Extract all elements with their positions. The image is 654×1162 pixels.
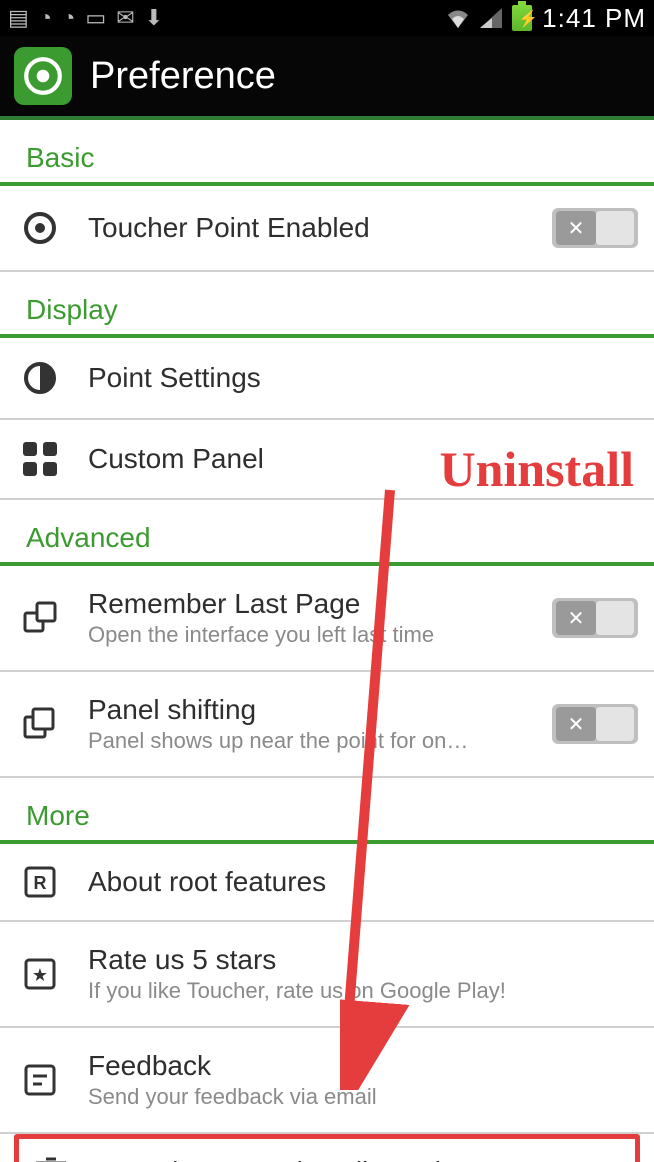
stack-icon (16, 707, 64, 741)
row-title: Rate us 5 stars (88, 944, 638, 976)
row-panel-shifting[interactable]: Panel shifting Panel shows up near the p… (0, 672, 654, 778)
row-feedback[interactable]: Feedback Send your feedback via email (0, 1028, 654, 1134)
section-basic: Basic (0, 120, 654, 186)
star-box-icon: ★ (16, 958, 64, 990)
annotation-label: Uninstall (439, 440, 634, 498)
mail-icon: ✉ (116, 7, 134, 29)
section-more: More (0, 778, 654, 844)
signal-icon (480, 8, 502, 28)
section-display: Display (0, 272, 654, 338)
row-title: Feedback (88, 1050, 638, 1082)
toggle-shifting[interactable]: ✕ (552, 704, 638, 744)
drop-icon-2: ◔ (62, 7, 75, 29)
toggle-remember[interactable]: ✕ (552, 598, 638, 638)
wifi-icon (446, 8, 470, 28)
trash-icon (27, 1155, 75, 1162)
row-sub: Panel shows up near the point for on… (88, 728, 528, 754)
screen: ▤ ◔ ◔ ▭ ✉ ⬇ ⚡ 1:41 PM Preference Basic (0, 0, 654, 1162)
svg-text:★: ★ (32, 965, 48, 985)
image-icon: ▭ (85, 7, 106, 29)
row-sub: Send your feedback via email (88, 1084, 638, 1110)
page-title: Preference (90, 55, 276, 98)
row-sub: Open the interface you left last time (88, 622, 528, 648)
row-sub: If you like Toucher, rate us on Google P… (88, 978, 638, 1004)
svg-text:R: R (34, 873, 47, 893)
battery-icon: ⚡ (512, 5, 532, 31)
drop-icon: ◔ (39, 7, 52, 29)
windows-icon (16, 601, 64, 635)
sd-card-icon: ▤ (8, 7, 29, 29)
target-icon (16, 210, 64, 246)
row-toucher-enabled[interactable]: Toucher Point Enabled ✕ (0, 186, 654, 272)
row-title: About root features (88, 866, 638, 898)
status-bar: ▤ ◔ ◔ ▭ ✉ ⬇ ⚡ 1:41 PM (0, 0, 654, 36)
row-point-settings[interactable]: Point Settings (0, 338, 654, 420)
r-box-icon: R (16, 866, 64, 898)
note-icon (16, 1064, 64, 1096)
row-title: Toucher Point Enabled (88, 212, 528, 244)
section-advanced: Advanced (0, 500, 654, 566)
toggle-toucher-enabled[interactable]: ✕ (552, 208, 638, 248)
row-remember-last-page[interactable]: Remember Last Page Open the interface yo… (0, 566, 654, 672)
row-root-features[interactable]: R About root features (0, 844, 654, 922)
row-rate-us[interactable]: ★ Rate us 5 stars If you like Toucher, r… (0, 922, 654, 1028)
download-icon: ⬇ (145, 7, 163, 29)
clock: 1:41 PM (542, 3, 646, 34)
row-title: Panel shifting (88, 694, 528, 726)
contrast-icon (16, 360, 64, 396)
row-title: Point Settings (88, 362, 638, 394)
app-icon (14, 47, 72, 105)
row-title: Remember Last Page (88, 588, 528, 620)
content: Basic Toucher Point Enabled ✕ Display Po… (0, 120, 654, 1162)
action-bar: Preference (0, 36, 654, 120)
row-uninstall[interactable]: Deactivate & uninstall Toucher (14, 1134, 640, 1162)
row-title: Deactivate & uninstall Toucher (99, 1156, 627, 1162)
grid-icon (16, 442, 64, 476)
